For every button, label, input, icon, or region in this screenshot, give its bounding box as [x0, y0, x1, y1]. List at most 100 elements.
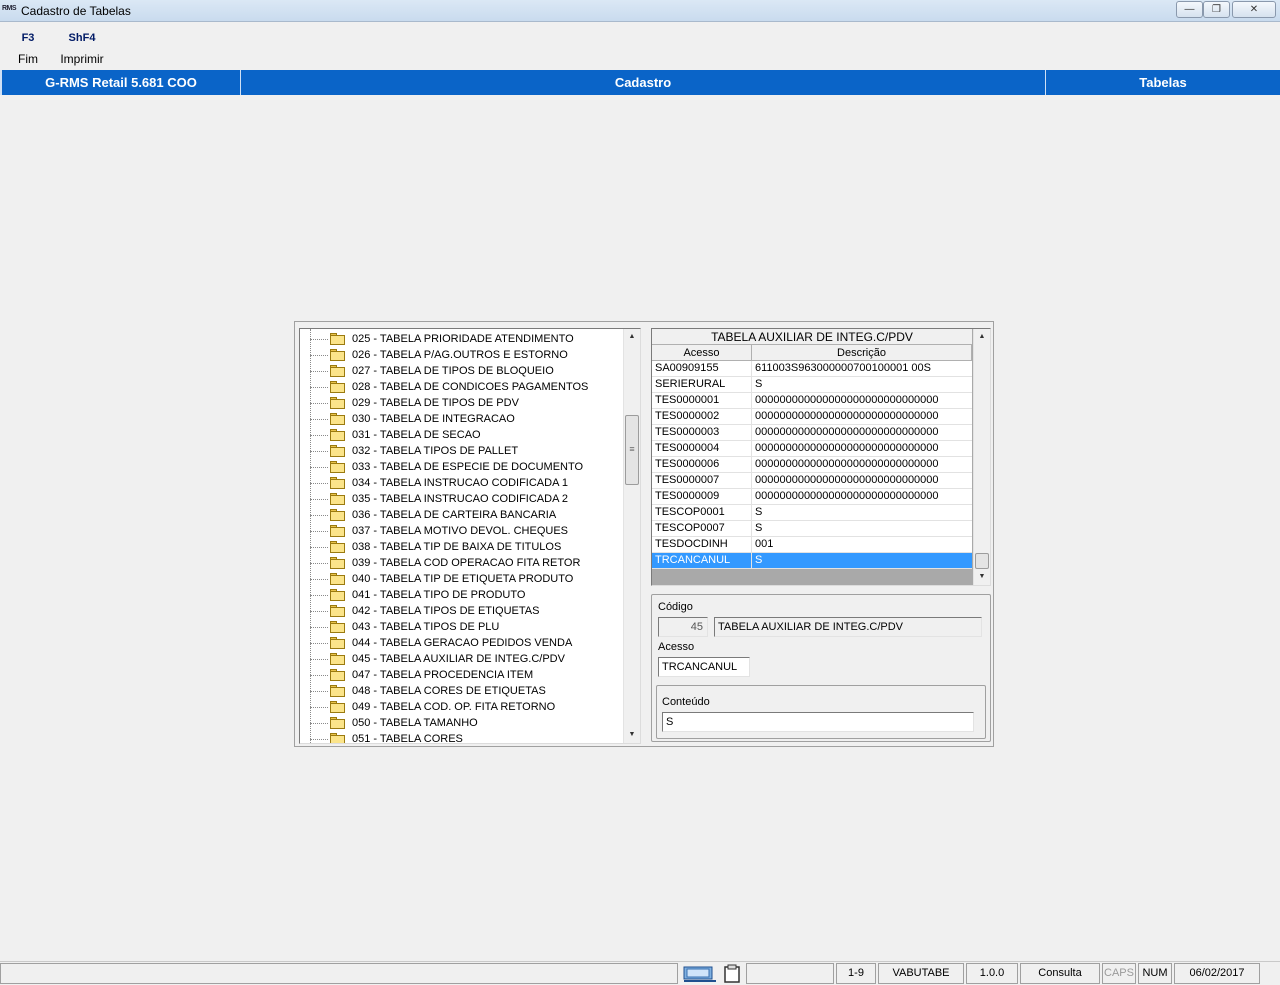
- folder-icon: [330, 637, 345, 649]
- tree-item[interactable]: 025 - TABELA PRIORIDADE ATENDIMENTO: [300, 331, 630, 347]
- folder-icon: [330, 669, 345, 681]
- tree-item[interactable]: 034 - TABELA INSTRUCAO CODIFICADA 1: [300, 475, 630, 491]
- table-row[interactable]: TES0000002 000000000000000000000000000000: [652, 409, 972, 425]
- scroll-up-arrow-icon[interactable]: ▲: [974, 330, 990, 344]
- folder-icon: [330, 461, 345, 473]
- tree-connector: [310, 675, 328, 676]
- folder-icon: [330, 589, 345, 601]
- tree-item[interactable]: 030 - TABELA DE INTEGRACAO: [300, 411, 630, 427]
- folder-icon: [330, 701, 345, 713]
- tree-scroll-thumb[interactable]: ≡: [625, 415, 639, 485]
- tree-item[interactable]: 036 - TABELA DE CARTEIRA BANCARIA: [300, 507, 630, 523]
- table-row[interactable]: SA00909155 611003S963000000700100001 00S: [652, 361, 972, 377]
- tree-connector: [310, 579, 328, 580]
- tree-item-label: 044 - TABELA GERACAO PEDIDOS VENDA: [352, 637, 573, 649]
- tables-tree[interactable]: 025 - TABELA PRIORIDADE ATENDIMENTO 026 -…: [299, 328, 641, 744]
- tree-item[interactable]: 029 - TABELA DE TIPOS DE PDV: [300, 395, 630, 411]
- tree-item-label: 028 - TABELA DE CONDICOES PAGAMENTOS: [352, 381, 589, 393]
- folder-icon: [330, 717, 345, 729]
- scroll-down-arrow-icon[interactable]: ▼: [624, 728, 640, 742]
- tree-item-label: 030 - TABELA DE INTEGRACAO: [352, 413, 515, 425]
- cell-descricao: 000000000000000000000000000000: [755, 458, 939, 470]
- window-app-icon: RMS: [2, 5, 17, 12]
- cell-descricao: S: [755, 506, 763, 518]
- cell-acesso: TES0000001: [652, 393, 752, 409]
- scroll-down-arrow-icon[interactable]: ▼: [974, 570, 990, 584]
- tree-item[interactable]: 043 - TABELA TIPOS DE PLU: [300, 619, 630, 635]
- table-row[interactable]: TES0000009 000000000000000000000000000000: [652, 489, 972, 505]
- tree-item[interactable]: 048 - TABELA CORES DE ETIQUETAS: [300, 683, 630, 699]
- tree-item-label: 033 - TABELA DE ESPECIE DE DOCUMENTO: [352, 461, 584, 473]
- table-row[interactable]: TRCANCANUL S: [652, 553, 972, 569]
- tree-item[interactable]: 039 - TABELA COD OPERACAO FITA RETOR: [300, 555, 630, 571]
- cell-descricao: 000000000000000000000000000000: [755, 410, 939, 422]
- shf4-imprimir-button[interactable]: ShF4 Imprimir: [54, 32, 110, 66]
- tree-connector: [310, 387, 328, 388]
- column-header-acesso[interactable]: Acesso: [652, 345, 752, 361]
- tree-item-label: 037 - TABELA MOTIVO DEVOL. CHEQUES: [352, 525, 568, 537]
- tree-item[interactable]: 042 - TABELA TIPOS DE ETIQUETAS: [300, 603, 630, 619]
- tree-item[interactable]: 028 - TABELA DE CONDICOES PAGAMENTOS: [300, 379, 630, 395]
- tree-item[interactable]: 049 - TABELA COD. OP. FITA RETORNO: [300, 699, 630, 715]
- table-row[interactable]: TES0000003 000000000000000000000000000000: [652, 425, 972, 441]
- tree-connector: [310, 659, 328, 660]
- grid-scroll-thumb[interactable]: [975, 553, 989, 569]
- tree-connector: [310, 451, 328, 452]
- column-header-descricao[interactable]: Descrição: [752, 345, 972, 361]
- status-version: 1.0.0: [966, 963, 1018, 984]
- tree-connector: [310, 707, 328, 708]
- tree-item[interactable]: 027 - TABELA DE TIPOS DE BLOQUEIO: [300, 363, 630, 379]
- f3-fim-button[interactable]: F3 Fim: [12, 32, 44, 66]
- maximize-button[interactable]: ❐: [1203, 1, 1230, 18]
- tree-connector: [310, 611, 328, 612]
- tree-connector: [310, 563, 328, 564]
- table-row[interactable]: TESDOCDINH 001: [652, 537, 972, 553]
- tree-item[interactable]: 050 - TABELA TAMANHO: [300, 715, 630, 731]
- close-button[interactable]: ✕: [1232, 1, 1276, 18]
- tree-item[interactable]: 051 - TABELA CORES: [300, 731, 630, 744]
- folder-icon: [330, 573, 345, 585]
- table-row[interactable]: TES0000006 000000000000000000000000000000: [652, 457, 972, 473]
- tree-item[interactable]: 032 - TABELA TIPOS DE PALLET: [300, 443, 630, 459]
- table-row[interactable]: TESCOP0007 S: [652, 521, 972, 537]
- table-row[interactable]: TES0000004 000000000000000000000000000000: [652, 441, 972, 457]
- tree-item[interactable]: 045 - TABELA AUXILIAR DE INTEG.C/PDV: [300, 651, 630, 667]
- table-row[interactable]: TESCOP0001 S: [652, 505, 972, 521]
- tree-item[interactable]: 038 - TABELA TIP DE BAIXA DE TITULOS: [300, 539, 630, 555]
- tree-item-label: 040 - TABELA TIP DE ETIQUETA PRODUTO: [352, 573, 574, 585]
- minimize-button[interactable]: —: [1176, 1, 1203, 18]
- tree-item-label: 050 - TABELA TAMANHO: [352, 717, 478, 729]
- acesso-field[interactable]: TRCANCANUL: [658, 657, 750, 677]
- tree-item[interactable]: 033 - TABELA DE ESPECIE DE DOCUMENTO: [300, 459, 630, 475]
- tree-item[interactable]: 035 - TABELA INSTRUCAO CODIFICADA 2: [300, 491, 630, 507]
- tree-item[interactable]: 026 - TABELA P/AG.OUTROS E ESTORNO: [300, 347, 630, 363]
- table-row[interactable]: TES0000007 000000000000000000000000000000: [652, 473, 972, 489]
- tree-item-label: 045 - TABELA AUXILIAR DE INTEG.C/PDV: [352, 653, 565, 665]
- acesso-label: Acesso: [658, 641, 695, 653]
- tree-connector: [310, 531, 328, 532]
- tree-item[interactable]: 031 - TABELA DE SECAO: [300, 427, 630, 443]
- conteudo-field[interactable]: S: [662, 712, 974, 732]
- access-grid[interactable]: TABELA AUXILIAR DE INTEG.C/PDV Acesso De…: [651, 328, 991, 586]
- cell-descricao: S: [755, 554, 763, 566]
- grid-scrollbar[interactable]: ▲ ▼: [973, 329, 990, 585]
- folder-icon: [330, 493, 345, 505]
- tree-scrollbar[interactable]: ▲ ≡ ▼: [623, 329, 640, 743]
- scroll-up-arrow-icon[interactable]: ▲: [624, 330, 640, 344]
- tree-item[interactable]: 037 - TABELA MOTIVO DEVOL. CHEQUES: [300, 523, 630, 539]
- table-row[interactable]: TES0000001 000000000000000000000000000000: [652, 393, 972, 409]
- tree-item[interactable]: 044 - TABELA GERACAO PEDIDOS VENDA: [300, 635, 630, 651]
- grid-title: TABELA AUXILIAR DE INTEG.C/PDV: [652, 329, 972, 345]
- f3-action-label: Fim: [18, 52, 38, 66]
- tree-item-label: 051 - TABELA CORES: [352, 733, 463, 744]
- tree-item-label: 048 - TABELA CORES DE ETIQUETAS: [352, 685, 546, 697]
- tree-item[interactable]: 047 - TABELA PROCEDENCIA ITEM: [300, 667, 630, 683]
- tree-item[interactable]: 040 - TABELA TIP DE ETIQUETA PRODUTO: [300, 571, 630, 587]
- cell-descricao: 000000000000000000000000000000: [755, 442, 939, 454]
- codigo-label: Código: [658, 601, 693, 613]
- table-row[interactable]: SERIERURAL S: [652, 377, 972, 393]
- folder-icon: [330, 557, 345, 569]
- cell-acesso: TES0000004: [652, 441, 752, 457]
- tree-item[interactable]: 041 - TABELA TIPO DE PRODUTO: [300, 587, 630, 603]
- cell-descricao: 611003S963000000700100001 00S: [755, 362, 931, 374]
